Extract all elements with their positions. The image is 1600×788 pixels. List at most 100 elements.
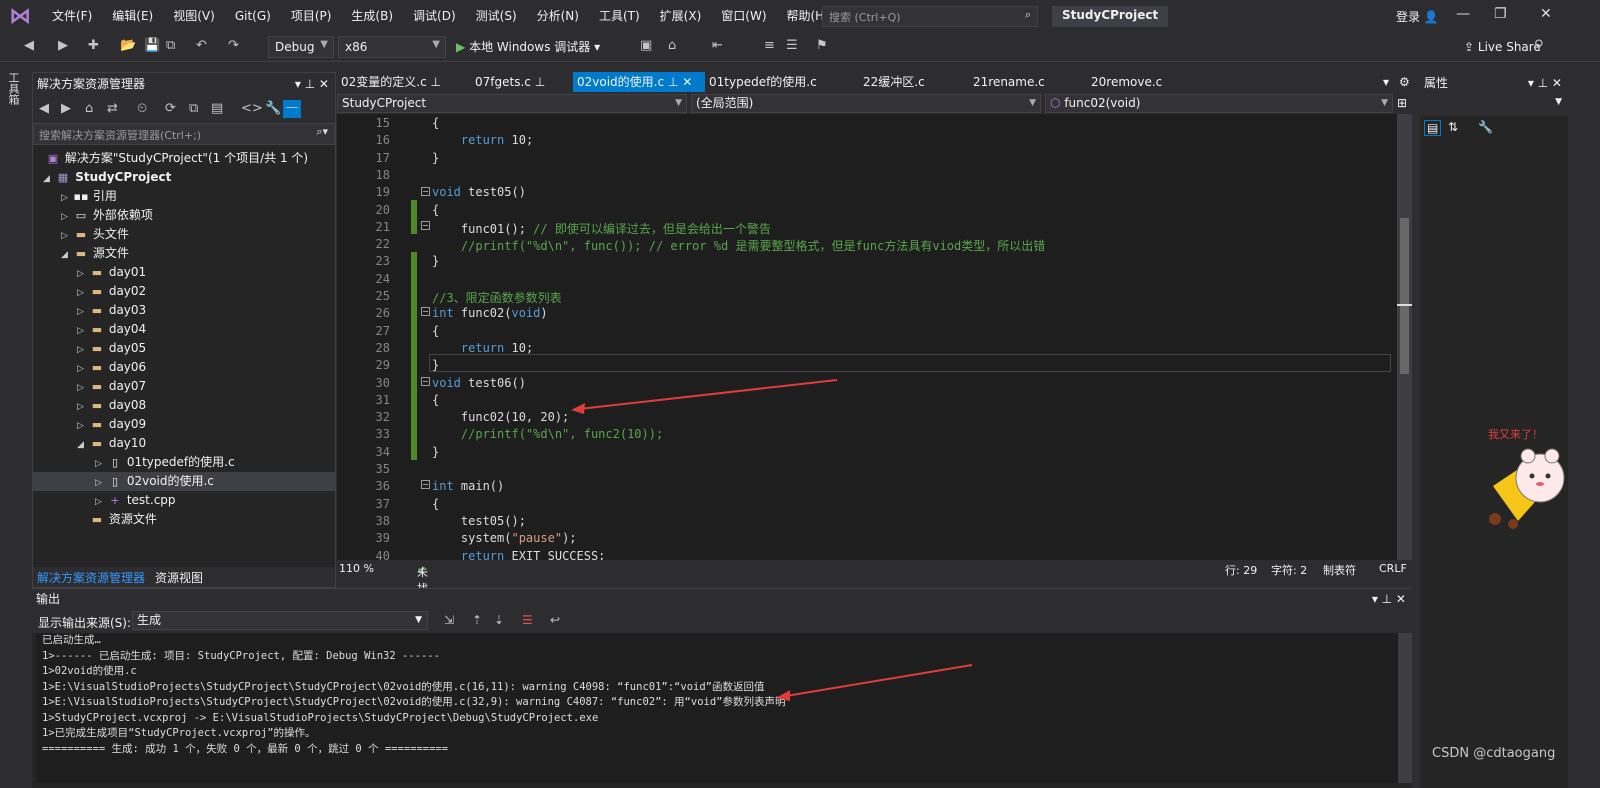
collapse-icon[interactable]: ⧉	[189, 101, 198, 116]
menu-extensions[interactable]: 扩展(X)	[650, 0, 712, 32]
back-icon[interactable]: ◀	[39, 101, 49, 116]
tree-item[interactable]: ▷ ▬ day02	[77, 282, 146, 301]
property-pages-icon[interactable]: 🔧	[1478, 120, 1493, 134]
settings-icon[interactable]: ⚙	[1395, 72, 1410, 92]
toolbox-strip[interactable]: 工具箱	[0, 62, 22, 788]
search-input[interactable]: 搜索 (Ctrl+Q) ⌕	[822, 6, 1038, 27]
split-icon[interactable]: ⊞	[1397, 96, 1407, 110]
menu-analyze[interactable]: 分析(N)	[527, 0, 589, 32]
menu-window[interactable]: 窗口(W)	[711, 0, 776, 32]
redo-icon[interactable]: ↷	[228, 38, 239, 53]
panel-controls[interactable]: ▾ ⊥ ✕	[1372, 589, 1406, 609]
open-folder-icon[interactable]: 📂	[120, 38, 136, 53]
zoom-level[interactable]: 110 %	[339, 562, 374, 575]
bookmark-icon[interactable]: ⚑	[816, 38, 828, 53]
menu-project[interactable]: 项目(P)	[281, 0, 342, 32]
step-icon[interactable]: ⇤	[712, 38, 723, 53]
prev-message-icon[interactable]: ⇡	[472, 613, 482, 627]
eol-indicator[interactable]: CRLF	[1379, 562, 1407, 575]
forward-icon[interactable]: ▶	[58, 38, 68, 53]
menu-git[interactable]: Git(G)	[225, 0, 281, 32]
editor-scrollbar[interactable]	[1397, 114, 1412, 560]
menu-file[interactable]: 文件(F)	[42, 0, 102, 32]
tree-item[interactable]: ▷ ▬ day07	[77, 377, 146, 396]
tab-active-document[interactable]: 02void的使用.c ⊥ ✕	[573, 72, 705, 92]
menu-debug[interactable]: 调试(D)	[403, 0, 466, 32]
next-message-icon[interactable]: ⇣	[494, 613, 504, 627]
maximize-button[interactable]: ❐	[1494, 6, 1507, 22]
output-scrollbar[interactable]	[1398, 633, 1412, 783]
tab-document[interactable]: 21rename.c	[969, 72, 1069, 92]
menu-test[interactable]: 测试(S)	[466, 0, 527, 32]
new-project-icon[interactable]: ✚	[88, 38, 99, 53]
tree-solution[interactable]: ▣ 解决方案"StudyCProject"(1 个项目/共 1 个)	[45, 149, 308, 168]
output-source-select[interactable]: 生成 ▼	[132, 611, 428, 630]
tree-item[interactable]: ▷ ▬ day06	[77, 358, 146, 377]
fold-icon[interactable]: −	[421, 377, 430, 386]
undo-icon[interactable]: ↶	[196, 38, 207, 53]
word-wrap-icon[interactable]: ↩	[550, 613, 560, 627]
sort-icon[interactable]: ⇅	[1448, 120, 1458, 134]
tree-item[interactable]: ▷ ▬ day04	[77, 320, 146, 339]
tree-item[interactable]: ▬ 资源文件	[77, 510, 157, 529]
tree-item[interactable]: ▷ ▬ day03	[77, 301, 146, 320]
tree-project[interactable]: ◢ ▦ StudyCProject	[43, 168, 171, 187]
tree-item[interactable]: ◢ ▬ 源文件	[61, 244, 129, 263]
tab-document[interactable]: 01typedef的使用.c	[705, 72, 845, 92]
home-icon[interactable]: ⌂	[85, 101, 93, 116]
scope-dropdown[interactable]: (全局范围) ▼	[691, 94, 1041, 113]
visual-studio-logo-icon[interactable]: ⋈	[4, 0, 36, 32]
switch-views-icon[interactable]: ⇄	[107, 101, 118, 116]
menu-edit[interactable]: 编辑(E)	[102, 0, 163, 32]
output-text[interactable]: 已启动生成… 1>------ 已启动生成: 项目: StudyCProject…	[36, 633, 1406, 783]
function-dropdown[interactable]: ⬡ func02(void) ▼	[1045, 94, 1393, 113]
tab-document[interactable]: 07fgets.c ⊥	[471, 72, 571, 92]
save-icon[interactable]: 💾	[144, 38, 160, 53]
tree-item[interactable]: ▷ ▬ day01	[77, 263, 146, 282]
browse-icon[interactable]: ▣	[640, 38, 652, 53]
tab-document[interactable]: 22缓冲区.c	[859, 72, 959, 92]
project-dropdown[interactable]: StudyCProject ▼	[337, 94, 687, 113]
fold-icon[interactable]: −	[421, 307, 430, 316]
tree-file[interactable]: ▷ + test.cpp	[95, 491, 176, 510]
platform-select[interactable]: x86 ▼	[338, 36, 446, 58]
history-icon[interactable]: ⏲	[137, 101, 147, 116]
properties-object-select[interactable]: ▼	[1420, 94, 1568, 116]
preview-icon[interactable]: —	[283, 100, 301, 118]
fold-icon[interactable]: −	[421, 187, 430, 196]
scrollbar-thumb[interactable]	[1400, 218, 1409, 374]
menu-view[interactable]: 视图(V)	[163, 0, 225, 32]
save-all-icon[interactable]: ⧉	[166, 38, 175, 53]
forward-icon[interactable]: ▶	[61, 101, 71, 116]
code-view-icon[interactable]: <>	[241, 101, 263, 116]
tree-file[interactable]: ▷ ▯ 01typedef的使用.c	[95, 453, 235, 472]
solution-search-input[interactable]: 搜索解决方案资源管理器(Ctrl+;) ⌕▾	[33, 123, 335, 145]
tree-item[interactable]: ▷ ▪▪ 引用	[61, 187, 117, 206]
panel-controls[interactable]: ▾ ⊥ ✕	[1528, 72, 1562, 94]
wrench-icon[interactable]: 🔧	[265, 101, 281, 116]
tab-document[interactable]: 02变量的定义.c ⊥	[337, 72, 465, 92]
config-select[interactable]: Debug ▼	[268, 36, 334, 58]
tree-item[interactable]: ▷ ▬ 头文件	[61, 225, 129, 244]
tab-document[interactable]: 20remove.c	[1087, 72, 1187, 92]
toolbox-label[interactable]: 工具箱	[5, 72, 21, 105]
sync-icon[interactable]: ⟳	[165, 101, 176, 116]
tree-item[interactable]: ▷ ▭ 外部依赖项	[61, 206, 153, 225]
home-icon[interactable]: ⌂	[668, 38, 676, 53]
fold-icon[interactable]: −	[421, 221, 430, 230]
start-debug-button[interactable]: ▶ 本地 Windows 调试器 ▾	[456, 38, 600, 55]
align-icon[interactable]: ≡	[764, 38, 775, 53]
close-button[interactable]: ✕	[1540, 6, 1552, 22]
tree-item[interactable]: ▷ ▬ day08	[77, 396, 146, 415]
tree-item[interactable]: ▷ ▬ day05	[77, 339, 146, 358]
panel-controls[interactable]: ▾ ⊥ ✕	[295, 73, 329, 95]
menu-tools[interactable]: 工具(T)	[589, 0, 650, 32]
tree-item[interactable]: ◢ ▬ day10	[77, 434, 146, 453]
clear-all-icon[interactable]: ☰	[522, 613, 533, 627]
tab-solution-explorer[interactable]: 解决方案资源管理器	[37, 569, 145, 586]
code-editor[interactable]: − − − − − 15 {16 return 10; 17} 18 19 void te…	[337, 114, 1397, 560]
goto-icon[interactable]: ⇲	[444, 613, 454, 627]
login-button[interactable]: 登录 👤	[1396, 8, 1439, 25]
menu-build[interactable]: 生成(B)	[341, 0, 403, 32]
fold-icon[interactable]: −	[421, 480, 430, 489]
